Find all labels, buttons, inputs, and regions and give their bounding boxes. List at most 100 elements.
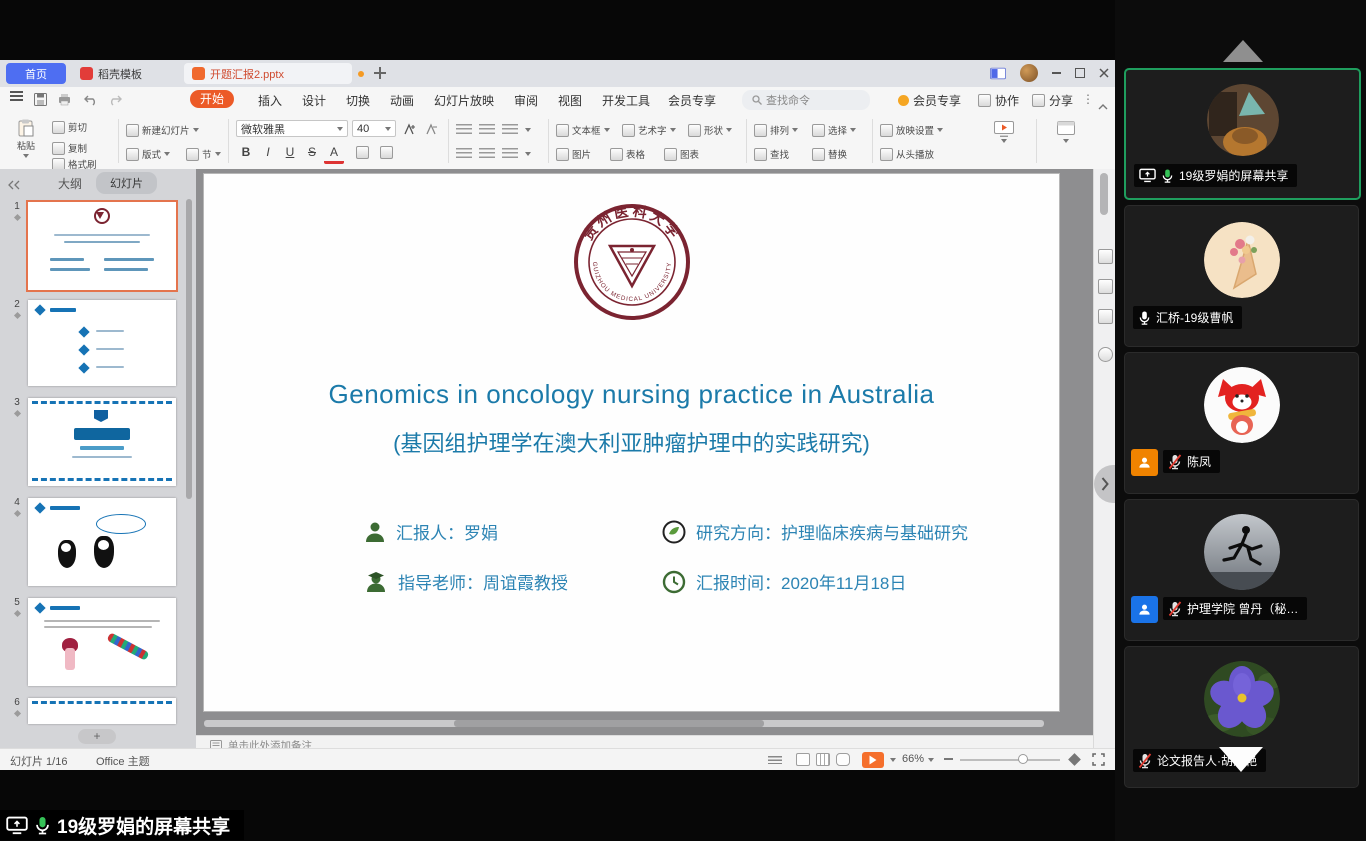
reading-mode-icon[interactable] bbox=[990, 66, 1006, 80]
notes-toggle-icon[interactable] bbox=[768, 756, 782, 764]
zoom-level[interactable]: 66% bbox=[902, 753, 924, 765]
restore-button[interactable] bbox=[1072, 66, 1088, 80]
slide-1-editing-surface[interactable]: 贵州医科大学 GUIZHOU MEDICAL UNIVERSITY Genomi… bbox=[203, 173, 1060, 712]
horizontal-scrollbar-thumb[interactable] bbox=[454, 720, 764, 727]
menu-design[interactable]: 设计 bbox=[302, 92, 326, 109]
font-color-button[interactable]: A bbox=[324, 143, 344, 164]
menu-slideshow[interactable]: 幻灯片放映 bbox=[434, 92, 494, 109]
menu-member[interactable]: 会员专享 bbox=[668, 92, 716, 109]
font-name-select[interactable]: 微软雅黑 bbox=[236, 120, 348, 137]
copy-button[interactable]: 复制 bbox=[52, 139, 87, 157]
layout-button[interactable]: 版式 bbox=[126, 145, 170, 163]
add-slide-button[interactable]: + bbox=[78, 729, 116, 744]
zoom-slider-track[interactable] bbox=[960, 759, 1060, 761]
chart-button[interactable]: 图表 bbox=[664, 145, 699, 163]
tab-file[interactable]: 开题汇报2.pptx bbox=[184, 63, 352, 84]
collapse-panel-icon[interactable] bbox=[8, 177, 20, 195]
user-avatar[interactable] bbox=[1020, 64, 1038, 82]
play-from-start-button[interactable]: 从头播放 bbox=[880, 145, 934, 163]
text-box-button[interactable]: 文本框 bbox=[556, 121, 610, 139]
horizontal-scrollbar[interactable] bbox=[204, 720, 1044, 727]
arrange-button[interactable]: 排列 bbox=[754, 121, 798, 139]
word-art-button[interactable]: 艺术字 bbox=[622, 121, 676, 139]
more-menu-icon[interactable]: ⋮ bbox=[1082, 92, 1094, 106]
participant-tile-1[interactable]: 19级罗娟的屏幕共享 bbox=[1124, 68, 1361, 200]
command-search-input[interactable]: 查找命令 bbox=[742, 90, 870, 110]
cut-button[interactable]: 剪切 bbox=[52, 118, 87, 136]
redo-icon[interactable] bbox=[108, 93, 122, 111]
menu-devtools[interactable]: 开发工具 bbox=[602, 92, 650, 109]
member-exclusive-button[interactable]: 会员专享 bbox=[898, 92, 961, 109]
grow-font-icon[interactable] bbox=[400, 120, 420, 138]
undo-icon[interactable] bbox=[84, 93, 98, 111]
theme-name[interactable]: Office 主题 bbox=[96, 753, 150, 769]
picture-button[interactable]: 图片 bbox=[556, 145, 591, 163]
menu-review[interactable]: 审阅 bbox=[514, 92, 538, 109]
slideshow-big-button[interactable] bbox=[986, 121, 1022, 143]
zoom-out-button[interactable] bbox=[944, 758, 953, 760]
menu-view[interactable]: 视图 bbox=[558, 92, 582, 109]
participant-tile-2[interactable]: 汇桥-19级曹帆 bbox=[1124, 205, 1359, 347]
normal-view-icon[interactable] bbox=[796, 753, 810, 766]
properties-icon[interactable] bbox=[1098, 249, 1113, 264]
tab-docer[interactable]: 稻壳模板 bbox=[72, 63, 178, 84]
share-button[interactable]: 分享 bbox=[1032, 92, 1073, 109]
scroll-up-button[interactable] bbox=[1223, 40, 1263, 62]
print-icon[interactable] bbox=[58, 93, 71, 111]
slide-thumbnail-6[interactable] bbox=[28, 698, 176, 724]
panel-scrollbar[interactable] bbox=[186, 199, 192, 499]
slide-thumbnail-2[interactable] bbox=[28, 300, 176, 386]
zoom-slider-thumb[interactable] bbox=[1018, 754, 1028, 764]
strike-button[interactable]: S bbox=[302, 143, 322, 161]
table-button[interactable]: 表格 bbox=[610, 145, 645, 163]
italic-button[interactable]: I bbox=[258, 143, 278, 161]
new-slide-button[interactable]: 新建幻灯片 bbox=[126, 121, 199, 139]
bullet-list-icon[interactable] bbox=[456, 121, 531, 139]
play-slideshow-button[interactable] bbox=[862, 752, 884, 768]
help-icon[interactable] bbox=[1098, 347, 1113, 362]
fit-slide-icon[interactable] bbox=[1068, 753, 1081, 766]
menu-animation[interactable]: 动画 bbox=[390, 92, 414, 109]
next-slide-button[interactable] bbox=[1094, 465, 1115, 503]
close-button[interactable] bbox=[1096, 66, 1112, 80]
menu-insert[interactable]: 插入 bbox=[258, 92, 282, 109]
play-options-caret[interactable] bbox=[890, 758, 896, 762]
tab-slides[interactable]: 幻灯片 bbox=[96, 172, 157, 194]
align-buttons[interactable] bbox=[456, 145, 531, 163]
slide-thumbnail-5[interactable] bbox=[28, 598, 176, 686]
find-button[interactable]: 查找 bbox=[754, 145, 789, 163]
fullscreen-icon[interactable] bbox=[1092, 753, 1105, 769]
menu-start[interactable]: 开始 bbox=[190, 90, 234, 107]
animation-pane-icon[interactable] bbox=[1098, 279, 1113, 294]
replace-button[interactable]: 替换 bbox=[812, 145, 847, 163]
object-layer-icon[interactable] bbox=[1098, 309, 1113, 324]
tab-home[interactable]: 首页 bbox=[6, 63, 66, 84]
paste-button[interactable]: 粘贴 bbox=[8, 119, 44, 158]
vertical-scrollbar-thumb[interactable] bbox=[1100, 173, 1108, 215]
reading-view-icon[interactable] bbox=[836, 753, 850, 766]
play-settings-button[interactable]: 放映设置 bbox=[880, 121, 943, 139]
highlight-icon[interactable] bbox=[352, 143, 372, 161]
underline-button[interactable]: U bbox=[280, 143, 300, 161]
collaborate-button[interactable]: 协作 bbox=[978, 92, 1019, 109]
slide-thumbnail-3[interactable] bbox=[28, 398, 176, 486]
slide-sorter-view-icon[interactable] bbox=[816, 753, 830, 766]
menu-transition[interactable]: 切换 bbox=[346, 92, 370, 109]
font-size-select[interactable]: 40 bbox=[352, 120, 396, 137]
shrink-font-icon[interactable] bbox=[422, 120, 442, 138]
save-icon[interactable] bbox=[34, 93, 47, 111]
participant-tile-3[interactable]: 陈凤 bbox=[1124, 352, 1359, 494]
tools-big-button[interactable] bbox=[1048, 121, 1084, 143]
select-button[interactable]: 选择 bbox=[812, 121, 856, 139]
tab-outline[interactable]: 大纲 bbox=[58, 175, 82, 192]
bold-button[interactable]: B bbox=[236, 143, 256, 161]
shapes-button[interactable]: 形状 bbox=[688, 121, 732, 139]
section-button[interactable]: 节 bbox=[186, 145, 221, 163]
minimize-button[interactable] bbox=[1048, 66, 1064, 80]
slide-thumbnail-4[interactable] bbox=[28, 498, 176, 586]
scroll-down-button[interactable] bbox=[1219, 747, 1263, 772]
slide-thumbnail-1[interactable] bbox=[28, 202, 176, 290]
participant-tile-4[interactable]: 护理学院 曾丹（秘… bbox=[1124, 499, 1359, 641]
file-menu-icon[interactable] bbox=[10, 95, 23, 97]
char-spacing-icon[interactable] bbox=[376, 143, 396, 161]
